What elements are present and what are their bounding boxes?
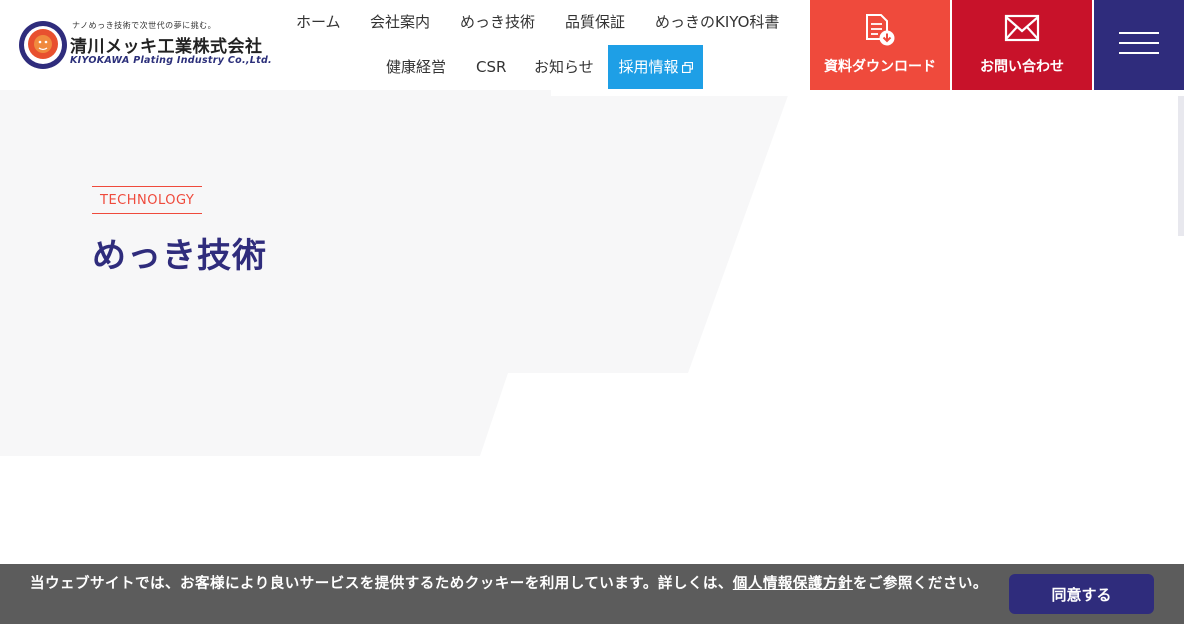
nav-news[interactable]: お知らせ [534, 57, 594, 77]
logo-company-name-en: KIYOKAWA Plating Industry Co.,Ltd. [70, 55, 272, 66]
nav-csr[interactable]: CSR [476, 57, 506, 77]
hamburger-line [1119, 42, 1159, 44]
hamburger-line [1119, 52, 1159, 54]
nav-recruit-label: 採用情報 [618, 58, 679, 76]
document-download-button[interactable]: 資料ダウンロード [810, 0, 950, 90]
nav-recruit[interactable]: 採用情報 [608, 45, 703, 89]
cookie-accept-button[interactable]: 同意する [1009, 574, 1154, 614]
nav-quality-assurance[interactable]: 品質保証 [565, 12, 625, 32]
page-title: めっき技術 [92, 236, 267, 276]
contact-button[interactable]: お問い合わせ [952, 0, 1092, 90]
nav-kiyo-textbook[interactable]: めっきのKIYO科書 [655, 12, 779, 32]
logo-tagline: ナノめっき技術で次世代の夢に挑む。 [72, 21, 217, 30]
document-download-icon [866, 14, 895, 46]
site-header: ナノめっき技術で次世代の夢に挑む。 清川メッキ工業株式会社 KIYOKAWA P… [0, 0, 1184, 90]
document-download-label: 資料ダウンロード [824, 59, 936, 75]
contact-label: お問い合わせ [980, 59, 1064, 75]
mail-icon [1004, 14, 1040, 42]
nav-plating-technology[interactable]: めっき技術 [460, 12, 535, 32]
hero-image-fragment [551, 90, 934, 96]
nav-health-management[interactable]: 健康経営 [386, 57, 446, 77]
nav-home[interactable]: ホーム [296, 12, 341, 32]
section-label-en: TECHNOLOGY [92, 186, 203, 214]
privacy-policy-link[interactable]: 個人情報保護方針 [733, 576, 853, 592]
nav-company[interactable]: 会社案内 [370, 12, 430, 32]
hero-side-decoration [1178, 96, 1184, 236]
cookie-consent-text: 当ウェブサイトでは、お客様により良いサービスを提供するためクッキーを利用していま… [30, 574, 990, 595]
hamburger-line [1119, 32, 1159, 34]
hamburger-menu-button[interactable] [1094, 0, 1184, 90]
external-link-icon [681, 62, 693, 73]
logo-company-name: 清川メッキ工業株式会社 [70, 37, 263, 57]
cookie-text-before: 当ウェブサイトでは、お客様により良いサービスを提供するためクッキーを利用していま… [30, 576, 733, 592]
lion-emblem-icon [19, 21, 67, 69]
cookie-consent-banner: 当ウェブサイトでは、お客様により良いサービスを提供するためクッキーを利用していま… [0, 564, 1184, 624]
company-logo[interactable]: ナノめっき技術で次世代の夢に挑む。 清川メッキ工業株式会社 KIYOKAWA P… [18, 18, 272, 72]
cookie-text-after: をご参照ください。 [852, 576, 988, 592]
